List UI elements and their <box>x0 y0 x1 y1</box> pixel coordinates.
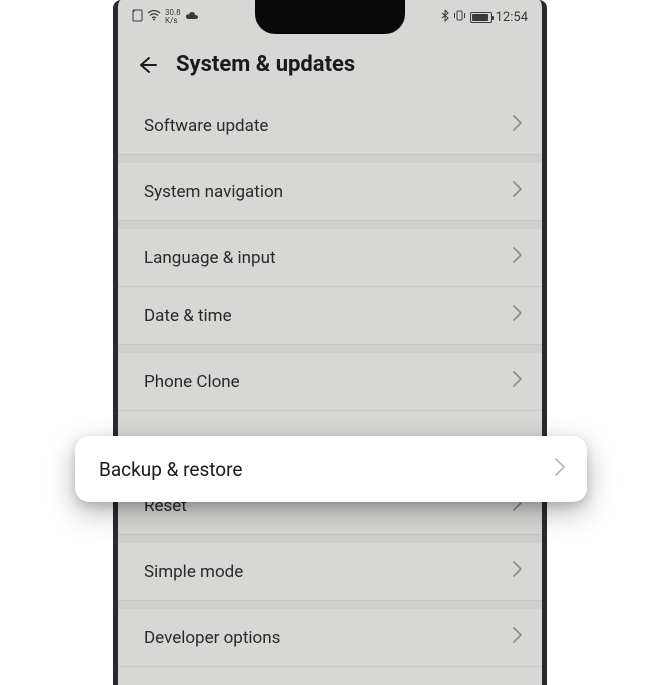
item-label: System navigation <box>144 182 283 202</box>
back-button[interactable] <box>136 54 158 76</box>
item-phone-clone[interactable]: Phone Clone <box>118 345 542 411</box>
network-speed: 30.8 K/s <box>165 9 181 25</box>
item-label: Phone Clone <box>144 372 240 392</box>
battery-icon <box>470 12 492 23</box>
item-label: Software update <box>144 116 268 136</box>
status-left: 30.8 K/s <box>132 9 199 25</box>
chevron-right-icon <box>513 371 522 392</box>
item-date-time[interactable]: Date & time <box>118 287 542 345</box>
notch <box>255 0 405 34</box>
item-developer-options[interactable]: Developer options <box>118 601 542 667</box>
vibrate-icon <box>453 9 466 26</box>
cloud-icon <box>185 11 199 24</box>
page-title: System & updates <box>176 52 355 77</box>
item-label: Developer options <box>144 628 280 648</box>
clock: 12:54 <box>496 10 528 25</box>
settings-list: Software update System navigation Langua… <box>118 97 542 667</box>
item-label: Simple mode <box>144 562 243 582</box>
item-language-input[interactable]: Language & input <box>118 221 542 287</box>
page-header: System & updates <box>118 34 542 97</box>
chevron-right-icon <box>513 561 522 582</box>
item-software-update[interactable]: Software update <box>118 97 542 155</box>
chevron-right-icon <box>555 458 565 481</box>
item-label: Language & input <box>144 248 276 268</box>
wifi-icon <box>147 10 161 24</box>
item-system-navigation[interactable]: System navigation <box>118 155 542 221</box>
chevron-right-icon <box>513 181 522 202</box>
phone-frame: 30.8 K/s 12:54 System & updates Software… <box>113 0 547 685</box>
item-simple-mode[interactable]: Simple mode <box>118 535 542 601</box>
sim-icon <box>132 9 143 25</box>
chevron-right-icon <box>513 627 522 648</box>
chevron-right-icon <box>513 305 522 326</box>
status-right: 12:54 <box>441 9 528 26</box>
item-label: Date & time <box>144 306 232 326</box>
chevron-right-icon <box>513 247 522 268</box>
item-backup-restore[interactable]: Backup & restore <box>75 436 587 502</box>
chevron-right-icon <box>513 115 522 136</box>
bluetooth-icon <box>441 9 449 26</box>
item-label: Backup & restore <box>99 458 242 481</box>
